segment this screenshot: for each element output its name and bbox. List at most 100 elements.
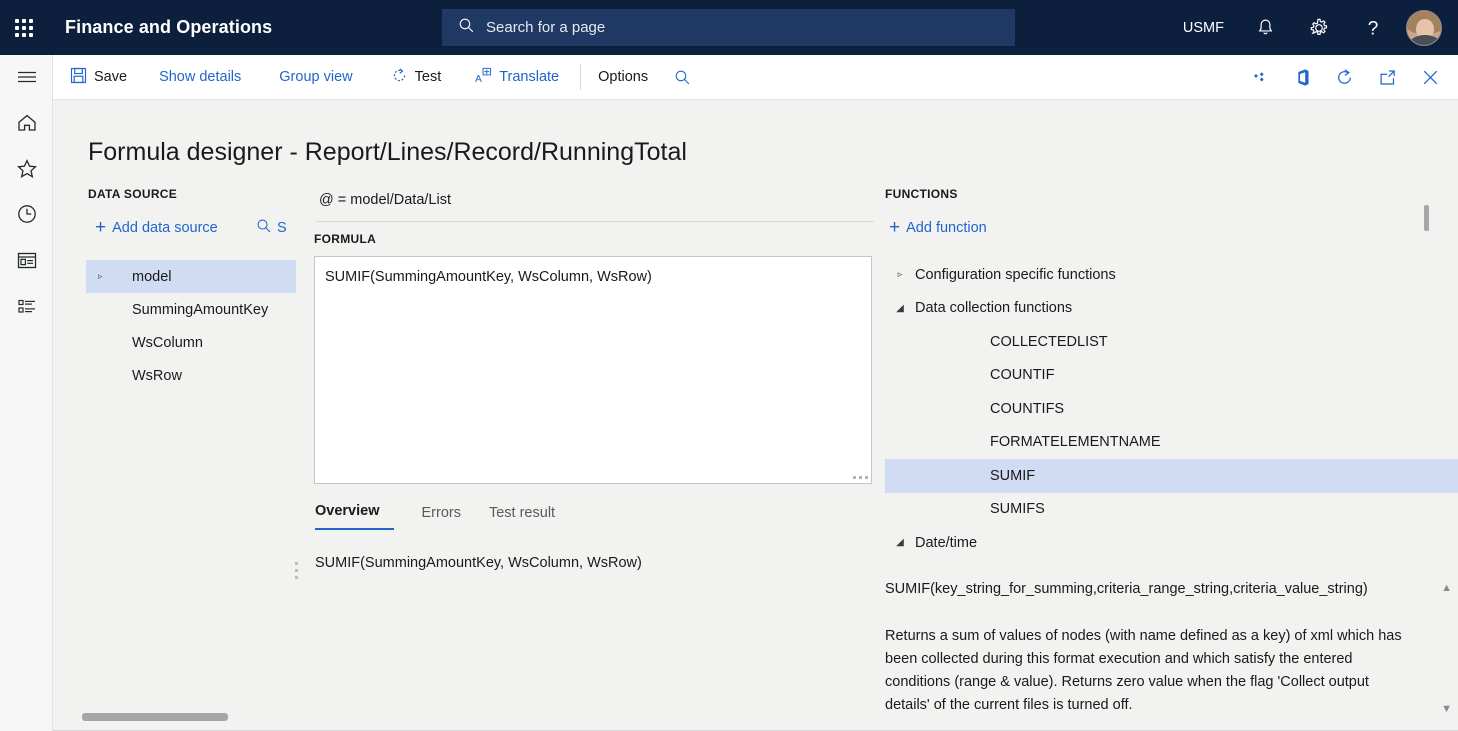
app-header: Finance and Operations Search for a page… bbox=[0, 0, 1458, 55]
binding-path-field[interactable]: @ = model/Data/List bbox=[316, 192, 874, 222]
command-bar-right-group bbox=[1239, 55, 1452, 100]
svg-text:A: A bbox=[475, 74, 482, 84]
function-item-label: FORMATELEMENTNAME bbox=[990, 434, 1161, 451]
page-title: Formula designer - Report/Lines/Record/R… bbox=[88, 138, 687, 166]
command-search-icon[interactable] bbox=[662, 55, 704, 100]
app-title: Finance and Operations bbox=[65, 17, 273, 37]
show-details-button[interactable]: Show details bbox=[140, 55, 260, 100]
overview-content: SUMIF(SummingAmountKey, WsColumn, WsRow) bbox=[315, 555, 642, 571]
data-source-node-label: WsColumn bbox=[132, 334, 203, 351]
function-group-label: Date/time bbox=[915, 534, 978, 548]
function-group-data-collection[interactable]: ◢ Data collection functions bbox=[885, 292, 1458, 326]
header-right-group: USMF ? bbox=[1169, 0, 1446, 55]
function-item-countif[interactable]: COUNTIF bbox=[885, 359, 1458, 393]
bell-icon[interactable] bbox=[1238, 0, 1292, 55]
functions-header: FUNCTIONS bbox=[885, 187, 958, 201]
gear-icon[interactable] bbox=[1292, 0, 1346, 55]
add-function-label: Add function bbox=[906, 219, 987, 236]
function-item-countifs[interactable]: COUNTIFS bbox=[885, 392, 1458, 426]
tab-test-result[interactable]: Test result bbox=[475, 505, 569, 530]
horizontal-scrollbar[interactable] bbox=[53, 713, 1458, 721]
chevron-down-icon[interactable]: ◢ bbox=[885, 303, 915, 314]
plus-icon: + bbox=[95, 217, 107, 238]
translate-label: Translate bbox=[499, 69, 560, 85]
function-item-sumif[interactable]: SUMIF bbox=[885, 459, 1458, 493]
chevron-right-icon[interactable]: ▹ bbox=[98, 271, 120, 282]
save-button[interactable]: Save bbox=[53, 55, 140, 100]
chevron-down-icon[interactable]: ◢ bbox=[885, 537, 915, 548]
menu-icon[interactable] bbox=[0, 55, 53, 99]
command-bar-separator bbox=[580, 64, 582, 90]
function-item-formatelementname[interactable]: FORMATELEMENTNAME bbox=[885, 426, 1458, 460]
plus-icon: + bbox=[889, 217, 901, 238]
chevron-right-icon[interactable]: ▹ bbox=[885, 269, 915, 280]
test-button[interactable]: Test bbox=[372, 55, 456, 100]
open-in-new-window-icon[interactable] bbox=[1366, 55, 1409, 100]
group-view-label: Group view bbox=[279, 69, 353, 85]
function-item-label: COUNTIFS bbox=[990, 400, 1065, 417]
data-source-search-button[interactable]: S bbox=[256, 218, 287, 238]
formula-designer-page: Formula designer - Report/Lines/Record/R… bbox=[53, 100, 1458, 731]
formula-input[interactable]: SUMIF(SummingAmountKey, WsColumn, WsRow) bbox=[314, 256, 872, 484]
home-icon[interactable] bbox=[0, 99, 53, 145]
add-data-source-button[interactable]: + Add data source bbox=[95, 218, 218, 237]
personalize-icon[interactable] bbox=[1239, 55, 1282, 100]
office-icon[interactable] bbox=[1282, 55, 1323, 100]
workspaces-icon[interactable] bbox=[0, 237, 53, 283]
function-item-label: SUMIF bbox=[990, 467, 1036, 484]
function-group-date-time[interactable]: ◢ Date/time bbox=[885, 526, 1458, 548]
tab-overview[interactable]: Overview bbox=[315, 503, 394, 530]
command-bar: Save Show details Group view Test A Tran… bbox=[53, 55, 1458, 100]
function-group-label: Configuration specific functions bbox=[915, 266, 1116, 283]
svg-text:?: ? bbox=[1368, 18, 1379, 39]
data-source-node-wsrow[interactable]: WsRow bbox=[86, 359, 296, 392]
global-search-input[interactable]: Search for a page bbox=[442, 9, 1015, 46]
options-label: Options bbox=[598, 69, 649, 85]
search-icon bbox=[458, 17, 475, 39]
function-item-collectedlist[interactable]: COLLECTEDLIST bbox=[885, 325, 1458, 359]
function-item-label: COLLECTEDLIST bbox=[990, 333, 1108, 350]
save-icon bbox=[70, 67, 87, 88]
search-icon bbox=[256, 218, 272, 238]
clock-icon[interactable] bbox=[0, 191, 53, 237]
data-source-node-label: SummingAmountKey bbox=[132, 301, 269, 318]
left-navigation-rail bbox=[0, 55, 53, 731]
data-source-node-summingamountkey[interactable]: SummingAmountKey bbox=[86, 293, 296, 326]
options-button[interactable]: Options bbox=[588, 55, 662, 100]
function-item-label: COUNTIF bbox=[990, 367, 1055, 384]
formula-resize-grip[interactable] bbox=[853, 476, 868, 479]
add-data-source-label: Add data source bbox=[112, 219, 218, 236]
refresh-test-icon bbox=[391, 67, 408, 88]
tab-errors[interactable]: Errors bbox=[408, 505, 475, 530]
scroll-up-arrow-icon[interactable]: ▲ bbox=[1441, 582, 1452, 594]
modules-icon[interactable] bbox=[0, 283, 53, 329]
user-avatar[interactable] bbox=[1406, 9, 1442, 46]
formula-header: FORMULA bbox=[314, 232, 377, 246]
add-function-button[interactable]: + Add function bbox=[889, 218, 987, 237]
star-icon[interactable] bbox=[0, 145, 53, 191]
global-search-placeholder: Search for a page bbox=[486, 19, 606, 36]
horizontal-scrollbar-thumb[interactable] bbox=[82, 713, 228, 721]
translate-icon: A bbox=[474, 67, 492, 88]
functions-tree: ▹ Configuration specific functions ◢ Dat… bbox=[885, 258, 1458, 548]
app-launcher-icon[interactable] bbox=[0, 0, 48, 55]
refresh-icon[interactable] bbox=[1323, 55, 1366, 100]
function-group-label: Data collection functions bbox=[915, 300, 1073, 317]
data-source-node-label: model bbox=[132, 268, 172, 285]
data-source-node-wscolumn[interactable]: WsColumn bbox=[86, 326, 296, 359]
editor-tabs: Overview Errors Test result bbox=[315, 503, 569, 530]
function-description-panel: SUMIF(key_string_for_summing,criteria_ra… bbox=[885, 578, 1458, 723]
group-view-button[interactable]: Group view bbox=[260, 55, 371, 100]
data-source-node-model[interactable]: ▹ model bbox=[86, 260, 296, 293]
function-signature: SUMIF(key_string_for_summing,criteria_ra… bbox=[885, 581, 1368, 597]
function-description-text: Returns a sum of values of nodes (with n… bbox=[885, 628, 1402, 713]
translate-button[interactable]: A Translate bbox=[455, 55, 573, 100]
question-mark-icon[interactable]: ? bbox=[1346, 0, 1400, 55]
function-item-sumifs[interactable]: SUMIFS bbox=[885, 493, 1458, 527]
close-icon[interactable] bbox=[1409, 55, 1452, 100]
show-details-label: Show details bbox=[159, 69, 242, 85]
function-group-configuration-specific[interactable]: ▹ Configuration specific functions bbox=[885, 258, 1458, 292]
functions-tree-scrollbar-thumb[interactable] bbox=[1424, 205, 1429, 231]
panel-splitter-handle[interactable] bbox=[295, 562, 298, 579]
company-selector[interactable]: USMF bbox=[1169, 20, 1238, 36]
